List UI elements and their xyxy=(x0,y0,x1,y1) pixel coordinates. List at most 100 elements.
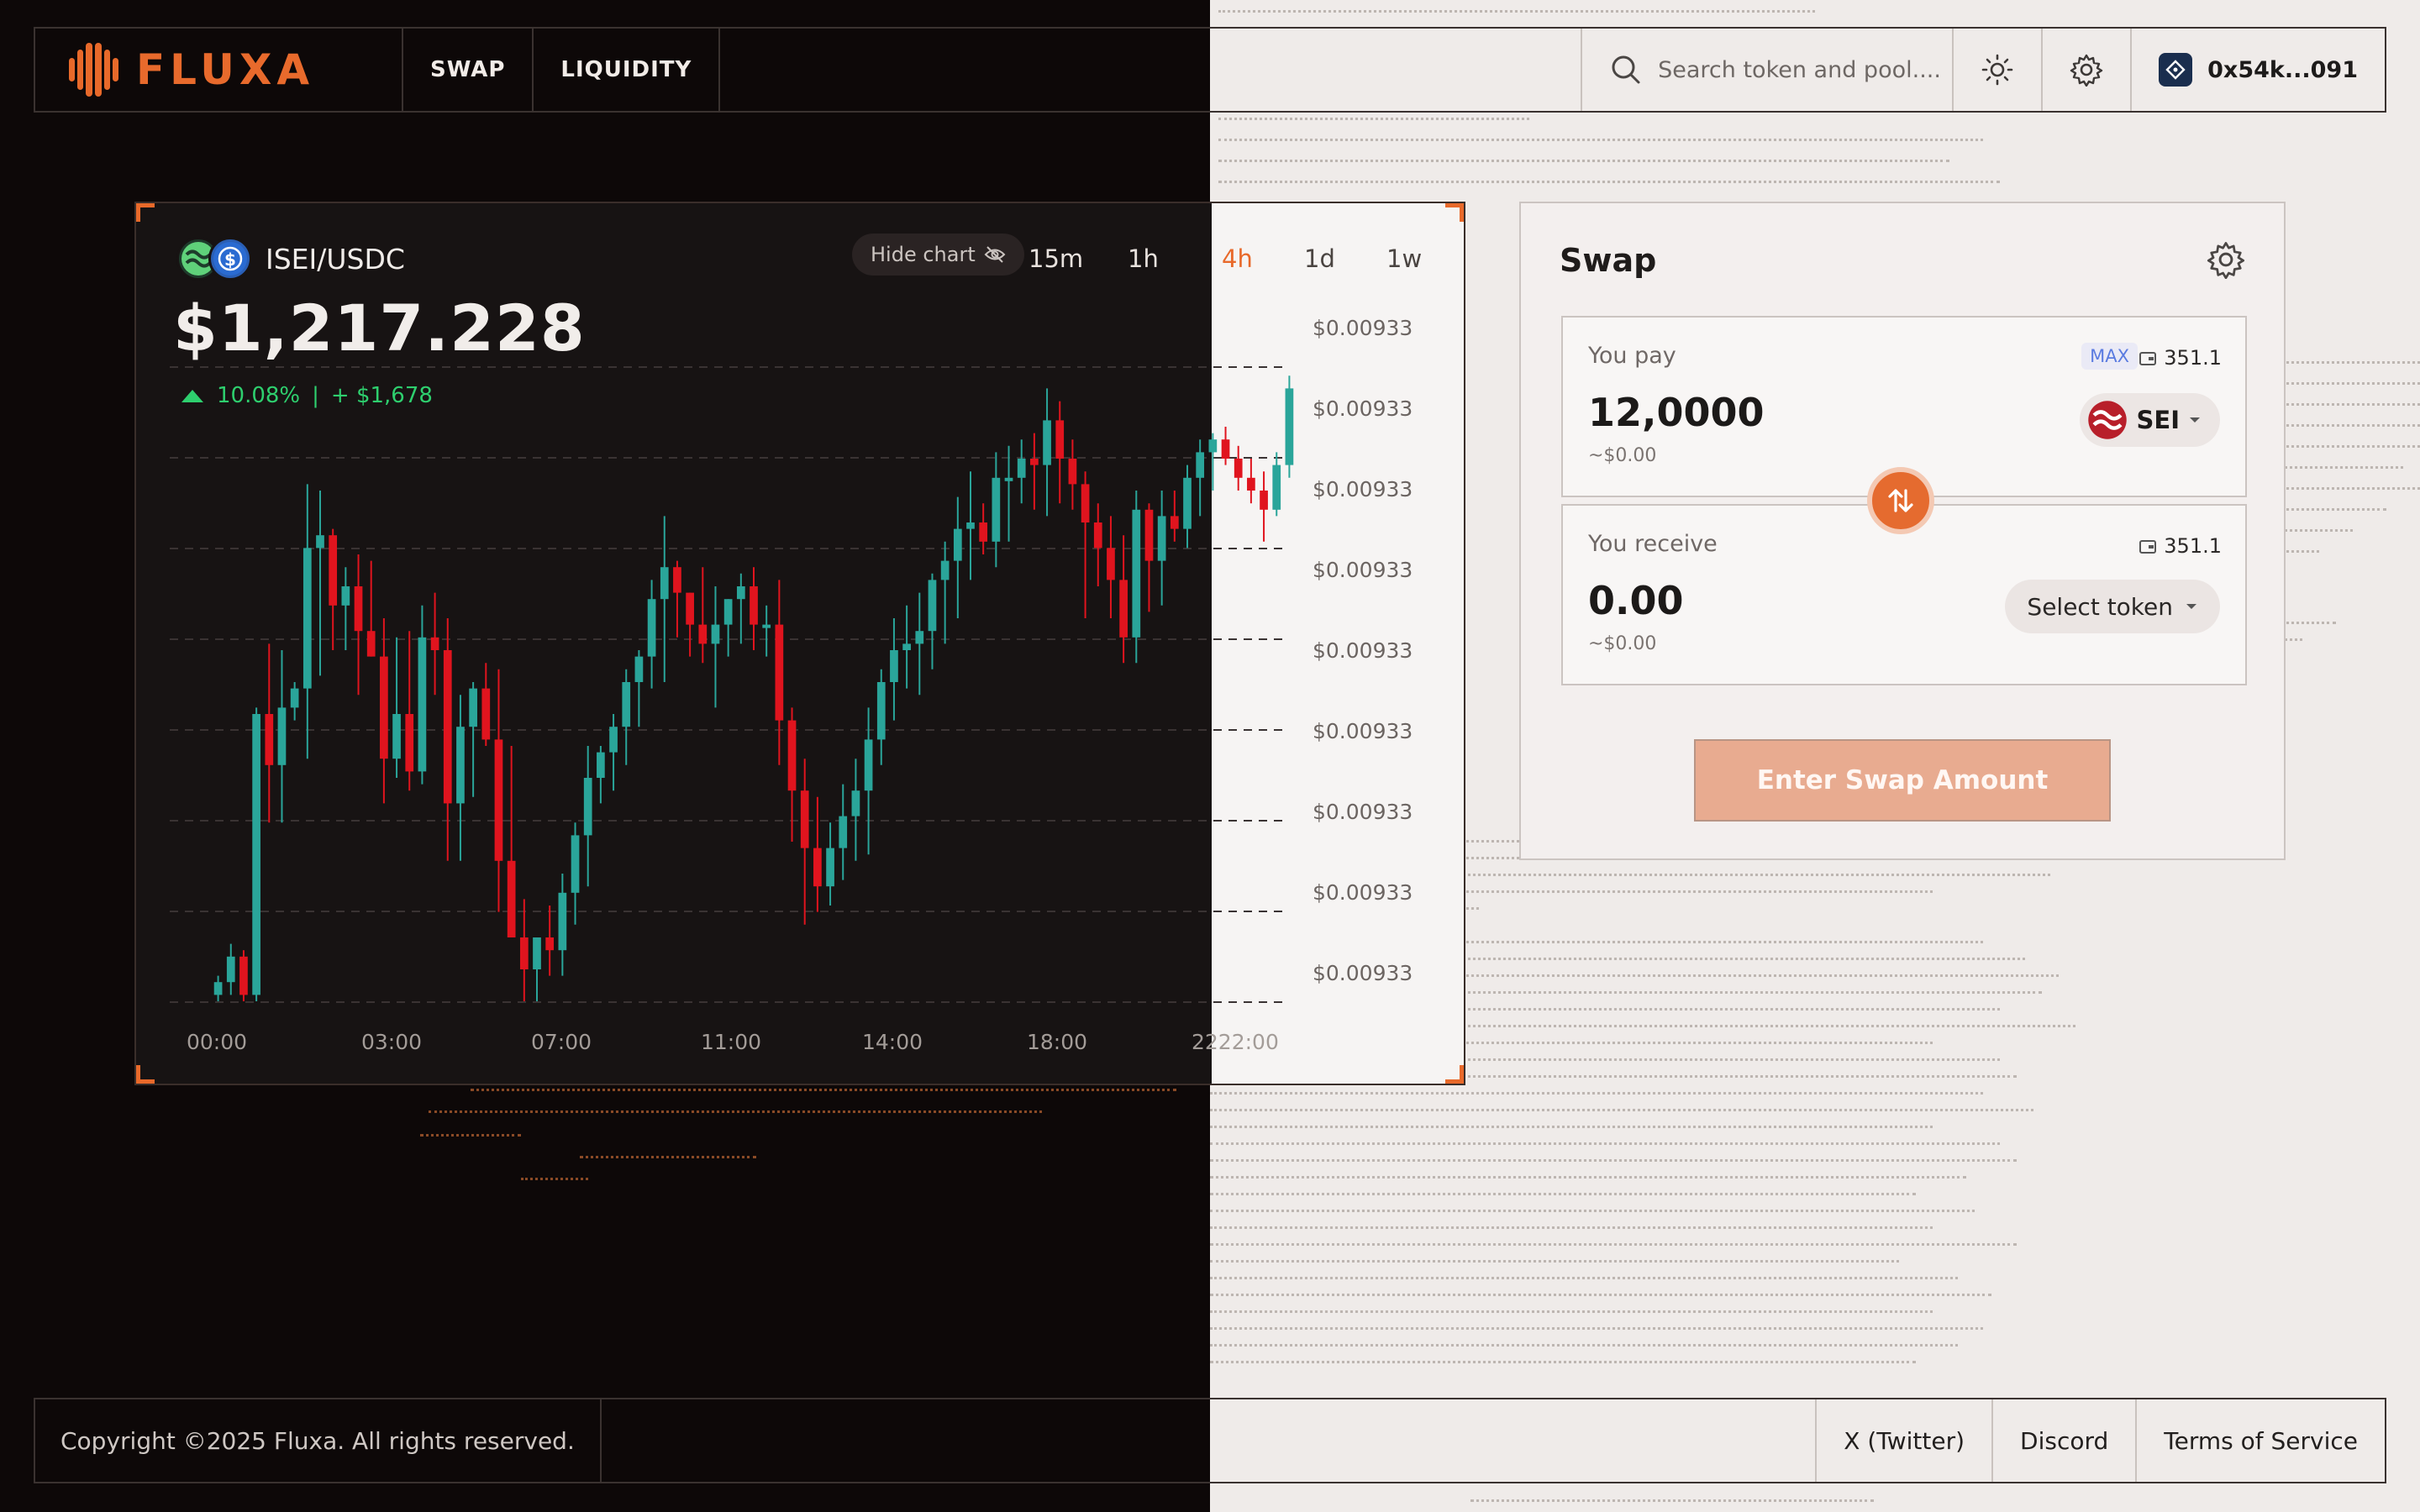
candle xyxy=(1030,433,1039,510)
candle xyxy=(609,714,618,791)
candle xyxy=(953,496,962,618)
candle xyxy=(647,580,656,689)
chevron-down-icon xyxy=(2190,417,2200,423)
dot-line xyxy=(471,1089,1176,1091)
price-chart-panel: $ ISEI/USDC $1,217.228 10.08% | + $1,678… xyxy=(134,202,1465,1085)
wallet-icon xyxy=(2159,53,2193,87)
x-tick-label: 03:00 xyxy=(361,1030,423,1054)
candle xyxy=(750,567,758,650)
search-icon xyxy=(1612,55,1640,84)
dot-line xyxy=(1210,1226,1933,1229)
search-input[interactable]: Search token and pool.... xyxy=(1658,57,1941,83)
swap-panel: Swap You pay MAX 351.1 12,0000 ~$0.00 SE… xyxy=(1519,202,2286,860)
x-tick-label: 00:00 xyxy=(187,1030,248,1054)
footer: Copyright ©2025 Fluxa. All rights reserv… xyxy=(34,1398,2386,1483)
candle xyxy=(533,937,541,1001)
candle xyxy=(405,631,414,791)
candle xyxy=(1093,503,1102,586)
nav-swap[interactable]: SWAP xyxy=(403,29,534,111)
dot-line xyxy=(1218,181,2000,183)
candle xyxy=(469,682,477,797)
receive-label: You receive xyxy=(1588,531,1718,557)
candle xyxy=(1144,503,1154,612)
dot-line xyxy=(1210,1310,1933,1313)
pay-token-selector[interactable]: SEI xyxy=(2079,393,2220,447)
candle xyxy=(456,695,465,861)
frame-corner xyxy=(136,1065,155,1084)
frame-corner xyxy=(136,203,155,222)
dot-line xyxy=(1210,1277,1958,1279)
twitter-link[interactable]: X (Twitter) xyxy=(1815,1399,1991,1482)
pay-amount-input[interactable]: 12,0000 xyxy=(1588,390,1765,435)
candle xyxy=(507,746,516,937)
candle xyxy=(392,637,401,778)
dot-line xyxy=(1210,1176,1966,1179)
candle xyxy=(800,759,809,925)
x-tick-label: 2222:00 xyxy=(1192,1030,1279,1054)
dot-line xyxy=(1210,1092,1983,1095)
dot-line xyxy=(1210,1361,1916,1363)
candle xyxy=(622,669,631,765)
pay-usd-value: ~$0.00 xyxy=(1588,445,1657,466)
y-tick-label: $0.00933 xyxy=(1313,719,1413,743)
dot-line xyxy=(1210,1126,1933,1128)
dot-line xyxy=(1210,1243,2017,1246)
wallet-button[interactable]: 0x54k...091 xyxy=(2130,29,2385,111)
header-actions: Search token and pool.... 0x54k...091 xyxy=(1581,29,2385,111)
swap-arrows-icon xyxy=(1888,489,1913,512)
candle xyxy=(1081,471,1090,618)
dot-line xyxy=(1462,958,2025,960)
candle xyxy=(940,541,950,644)
enter-swap-amount-button[interactable]: Enter Swap Amount xyxy=(1694,739,2111,822)
candle xyxy=(290,682,299,721)
candlestick-chart xyxy=(170,366,1294,1003)
candle xyxy=(902,605,911,689)
x-tick-label: 07:00 xyxy=(531,1030,592,1054)
terms-link[interactable]: Terms of Service xyxy=(2135,1399,2385,1482)
candle xyxy=(979,503,988,554)
candle xyxy=(1285,375,1294,478)
candle xyxy=(762,605,771,657)
candle xyxy=(660,516,669,682)
sun-icon xyxy=(1981,54,2013,86)
candle xyxy=(366,560,376,657)
nav-liquidity[interactable]: LIQUIDITY xyxy=(534,29,721,111)
dot-line xyxy=(1462,974,2059,977)
flip-direction-button[interactable] xyxy=(1867,467,1934,534)
dot-line xyxy=(1210,1109,2033,1111)
candle xyxy=(226,943,235,995)
candle xyxy=(851,759,860,861)
candle xyxy=(519,899,529,1001)
pay-label: You pay xyxy=(1588,343,1676,369)
candle xyxy=(1221,427,1230,465)
select-token-button[interactable]: Select token xyxy=(2005,580,2220,633)
candle xyxy=(876,669,886,765)
candle xyxy=(481,663,491,746)
candle xyxy=(1196,439,1205,517)
wallet-address: 0x54k...091 xyxy=(2207,56,2358,83)
settings-button[interactable] xyxy=(2041,29,2130,111)
candle xyxy=(443,618,452,861)
candle xyxy=(1132,491,1141,664)
dot-line xyxy=(1210,1159,2017,1162)
dot-line xyxy=(580,1156,756,1158)
theme-toggle-button[interactable] xyxy=(1952,29,2041,111)
search-box[interactable]: Search token and pool.... xyxy=(1581,29,1952,111)
logo[interactable]: FLUXA xyxy=(35,29,403,111)
dot-line xyxy=(1210,1327,1983,1330)
candle xyxy=(316,491,324,676)
dot-line xyxy=(1462,1008,2000,1011)
y-tick-label: $0.00933 xyxy=(1313,800,1413,824)
swap-settings-icon[interactable] xyxy=(2207,240,2245,279)
candle xyxy=(1183,465,1192,549)
candle xyxy=(966,471,975,580)
y-tick-label: $0.00933 xyxy=(1313,316,1413,340)
gear-icon xyxy=(2070,54,2103,87)
dot-line xyxy=(1462,991,2042,994)
candle xyxy=(928,573,937,669)
discord-link[interactable]: Discord xyxy=(1991,1399,2135,1482)
wallet-small-icon xyxy=(2139,352,2157,365)
max-button[interactable]: MAX xyxy=(2081,343,2138,370)
candle xyxy=(494,669,503,912)
y-tick-label: $0.00933 xyxy=(1313,396,1413,421)
